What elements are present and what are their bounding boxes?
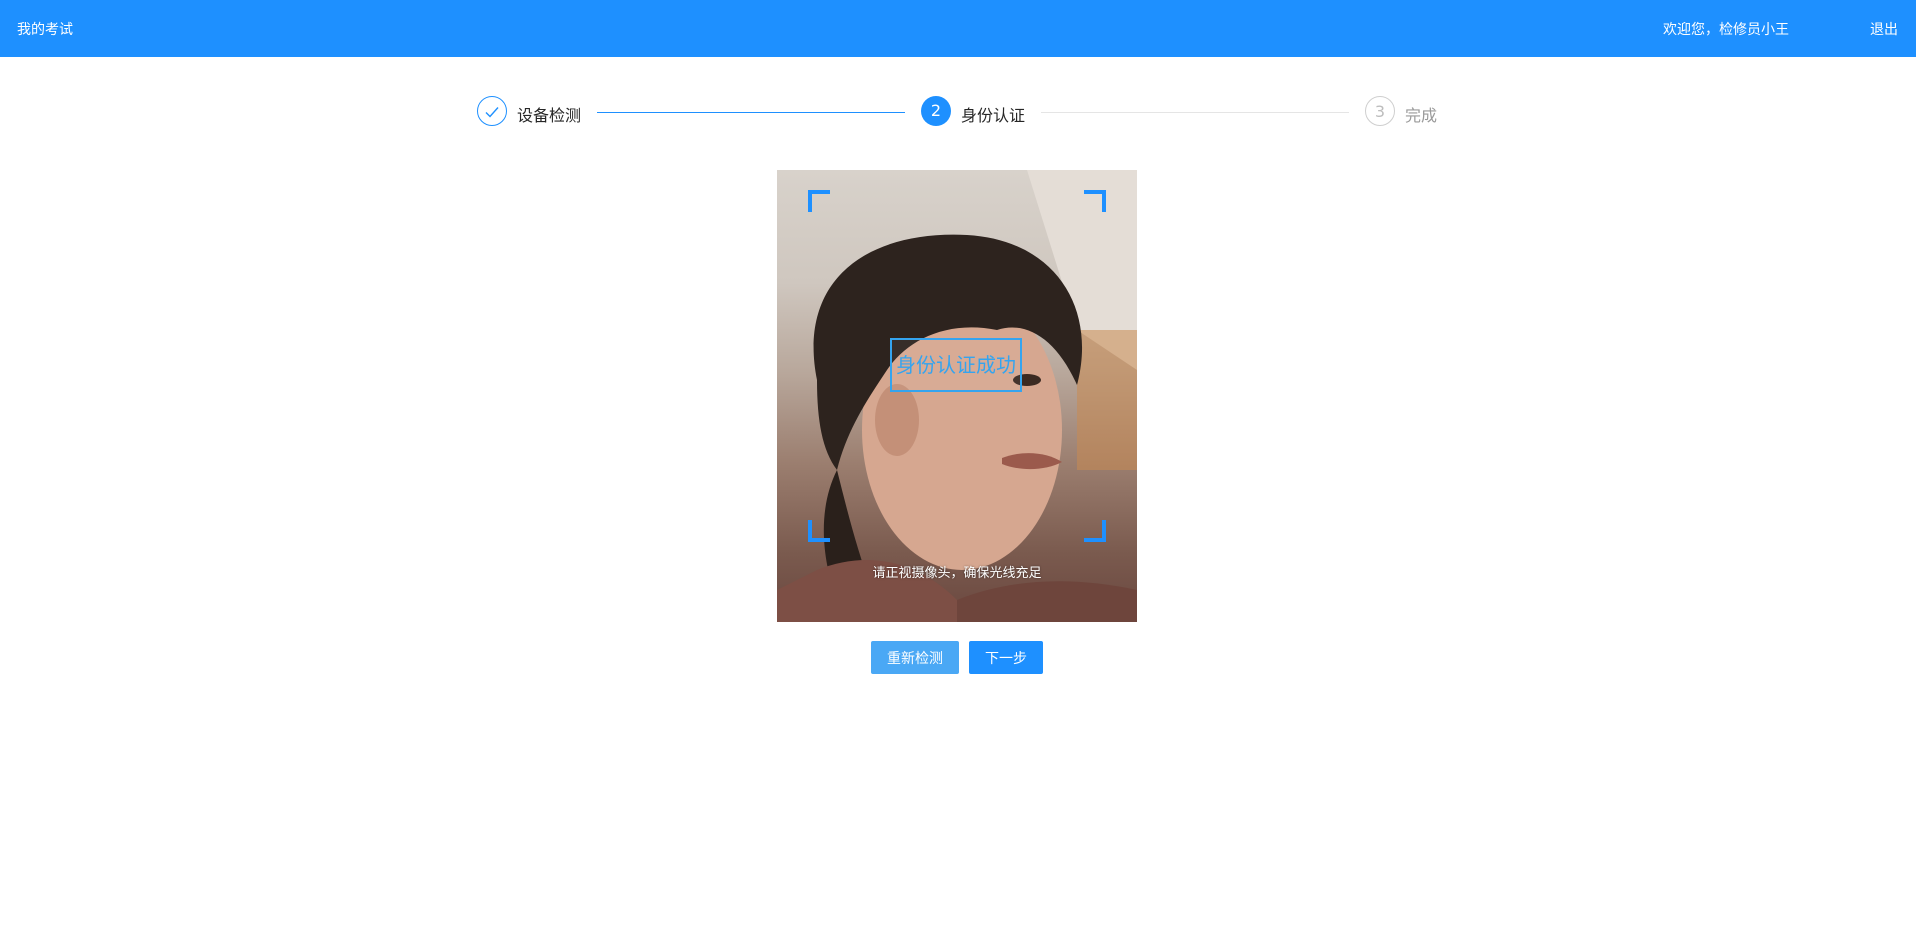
- step-3-label: 完成: [1405, 106, 1438, 125]
- frame-corner-top-right: [1084, 190, 1106, 212]
- frame-corner-top-left: [808, 190, 830, 212]
- logout-link[interactable]: 退出: [1870, 19, 1898, 39]
- page-title: 我的考试: [17, 22, 73, 38]
- step-1-label: 设备检测: [517, 106, 582, 125]
- step-connector-2: [1041, 112, 1349, 113]
- progress-steps: 设备检测 2 身份认证 3 完成: [0, 96, 1916, 132]
- retry-button[interactable]: 重新检测: [871, 641, 959, 674]
- face-photo: [777, 170, 1137, 622]
- next-button[interactable]: 下一步: [969, 641, 1043, 674]
- top-bar: 我的考试 欢迎您，检修员小王 退出: [0, 0, 1916, 57]
- camera-hint: 请正视摄像头，确保光线充足: [872, 566, 1042, 581]
- check-icon: [485, 107, 499, 118]
- step-connector-1: [597, 112, 905, 113]
- frame-corner-bottom-right: [1084, 520, 1106, 542]
- frame-corner-bottom-left: [808, 520, 830, 542]
- camera-preview: 身份认证成功 请正视摄像头，确保光线充足: [777, 170, 1137, 622]
- welcome-text: 欢迎您，检修员小王: [1663, 22, 1789, 38]
- step-3-indicator: 3: [1365, 96, 1395, 126]
- step-2-indicator: 2: [921, 96, 951, 126]
- step-1-indicator: [477, 96, 507, 126]
- auth-success-badge: 身份认证成功: [890, 338, 1022, 392]
- step-2-label: 身份认证: [961, 106, 1026, 125]
